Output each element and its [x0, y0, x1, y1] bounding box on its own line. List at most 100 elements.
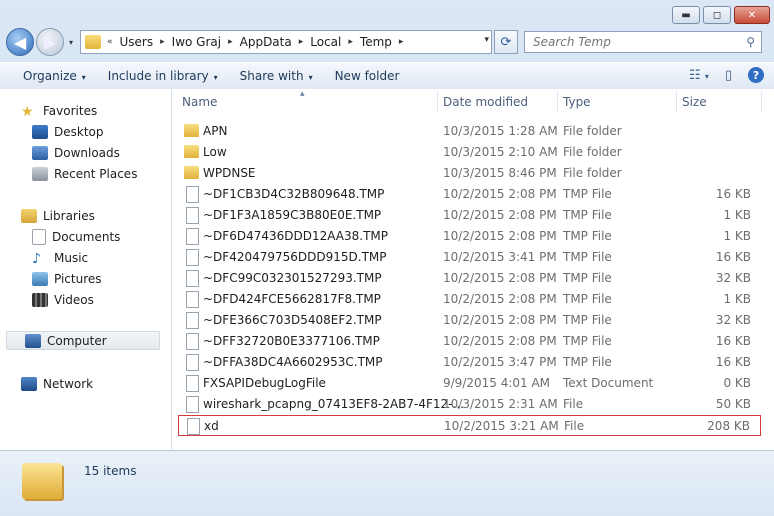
file-date-modified: 10/2/2015 3:41 PM [443, 250, 557, 264]
recent-places-icon [32, 166, 48, 181]
navigation-bar: ◀ ▶ ▾ « Users ▸ Iwo Graj ▸ AppData ▸ Loc… [6, 28, 768, 56]
address-bar[interactable]: « Users ▸ Iwo Graj ▸ AppData ▸ Local ▸ T… [80, 30, 492, 54]
network-icon [21, 376, 37, 391]
column-divider[interactable] [557, 91, 558, 113]
file-row[interactable]: Low 10/3/2015 2:10 AM File folder [178, 142, 761, 163]
view-controls: ☷ ▾ ▯ ? [689, 67, 764, 83]
libraries-icon [21, 208, 37, 223]
command-bar: Organize ▾ Include in library ▾ Share with… [0, 62, 774, 90]
share-with-button[interactable]: Share with ▾ [229, 69, 324, 83]
file-icon [186, 249, 199, 266]
sidebar-item-documents[interactable]: Documents [32, 227, 120, 246]
file-row[interactable]: ~DF1F3A1859C3B80E0E.TMP 10/2/2015 2:08 PM… [178, 205, 761, 226]
column-header-type[interactable]: Type [563, 89, 591, 115]
file-date-modified: 10/3/2015 2:31 AM [443, 397, 558, 411]
chevron-right-icon[interactable]: ▸ [397, 37, 406, 47]
item-count: 15 items [84, 464, 137, 478]
sidebar-item-recent-places[interactable]: Recent Places [32, 164, 137, 183]
file-row[interactable]: ~DF1CB3D4C32B809648.TMP 10/2/2015 2:08 PM… [178, 184, 761, 205]
sidebar-item-label: Libraries [43, 208, 95, 223]
file-row[interactable]: ~DFE366C703D5408EF2.TMP 10/2/2015 2:08 PM… [178, 310, 761, 331]
file-row[interactable]: FXSAPIDebugLogFile 9/9/2015 4:01 AM Text D… [178, 373, 761, 394]
file-row[interactable]: xd 10/2/2015 3:21 AM File 208 KB [178, 415, 761, 436]
sidebar-item-videos[interactable]: Videos [32, 290, 94, 309]
sidebar-item-desktop[interactable]: Desktop [32, 122, 104, 141]
chevron-right-icon[interactable]: ▸ [346, 37, 355, 47]
include-in-library-button[interactable]: Include in library ▾ [97, 69, 229, 83]
chevron-right-icon[interactable]: ▸ [158, 37, 167, 47]
minimize-button[interactable]: ▬ [672, 6, 700, 24]
file-date-modified: 10/2/2015 3:47 PM [443, 355, 557, 369]
sidebar-item-pictures[interactable]: Pictures [32, 269, 102, 288]
file-name: ~DFFA38DC4A6602953C.TMP [203, 355, 383, 369]
sidebar-item-favorites[interactable]: ★ Favorites [21, 101, 97, 120]
column-divider[interactable] [437, 91, 438, 113]
sidebar-item-downloads[interactable]: Downloads [32, 143, 120, 162]
back-arrow-icon: ◀ [13, 32, 27, 52]
breadcrumb-overflow[interactable]: « [105, 37, 115, 47]
file-row[interactable]: ~DFFA38DC4A6602953C.TMP 10/2/2015 3:47 PM… [178, 352, 761, 373]
breadcrumb-users[interactable]: Users [115, 35, 159, 49]
file-row[interactable]: wireshark_pcapng_07413EF8-2AB7-4F12-... 1… [178, 394, 761, 415]
file-name: APN [203, 124, 228, 138]
column-divider[interactable] [761, 91, 762, 113]
sidebar-item-label: Favorites [43, 103, 98, 118]
refresh-icon: ⟳ [500, 34, 512, 50]
file-icon [186, 291, 199, 308]
maximize-button[interactable]: ◻ [703, 6, 731, 24]
folder-icon [22, 463, 62, 499]
sidebar-item-label: Recent Places [54, 166, 138, 181]
file-date-modified: 10/2/2015 2:08 PM [443, 313, 557, 327]
column-header-size[interactable]: Size [682, 89, 707, 115]
column-header-date-modified[interactable]: Date modified [443, 89, 528, 115]
sidebar-item-music[interactable]: ♪ Music [32, 248, 88, 267]
sidebar-item-network[interactable]: Network [21, 374, 93, 393]
back-button[interactable]: ◀ [6, 28, 34, 56]
search-box[interactable]: ⚲ [524, 31, 762, 53]
file-size: 32 KB [715, 313, 751, 327]
file-row[interactable]: WPDNSE 10/3/2015 8:46 PM File folder [178, 163, 761, 184]
close-button[interactable]: ✕ [734, 6, 770, 24]
file-type: File [564, 419, 585, 433]
organize-button[interactable]: Organize ▾ [12, 69, 97, 83]
refresh-button[interactable]: ⟳ [494, 30, 518, 54]
forward-button[interactable]: ▶ [36, 28, 64, 56]
details-pane: 15 items [0, 450, 774, 516]
search-icon[interactable]: ⚲ [746, 35, 755, 49]
file-type: File folder [563, 166, 622, 180]
chevron-right-icon[interactable]: ▸ [226, 37, 235, 47]
file-type: Text Document [563, 376, 654, 390]
file-type: TMP File [563, 292, 612, 306]
file-icon [186, 333, 199, 350]
breadcrumb-local[interactable]: Local [305, 35, 346, 49]
column-header-name[interactable]: Name [182, 89, 437, 115]
file-row[interactable]: APN 10/3/2015 1:28 AM File folder [178, 121, 761, 142]
file-list: Name ▴ Date modified Type Size APN 10/3/2… [172, 89, 774, 450]
folder-icon [184, 145, 199, 158]
sidebar-item-libraries[interactable]: Libraries [21, 206, 95, 225]
file-row[interactable]: ~DF420479756DDD915D.TMP 10/2/2015 3:41 PM… [178, 247, 761, 268]
address-history-dropdown[interactable]: ▾ [484, 35, 489, 45]
sidebar-item-computer[interactable]: Computer [6, 331, 160, 350]
column-divider[interactable] [676, 91, 677, 113]
file-row[interactable]: ~DFC99C032301527293.TMP 10/2/2015 2:08 PM… [178, 268, 761, 289]
new-folder-button[interactable]: New folder [324, 69, 411, 83]
preview-pane-icon[interactable]: ▯ [725, 68, 732, 83]
sidebar-item-label: Videos [54, 292, 94, 307]
file-size: 16 KB [715, 334, 751, 348]
chevron-right-icon[interactable]: ▸ [297, 37, 306, 47]
file-icon [187, 418, 200, 435]
chevron-down-icon: ▾ [704, 71, 709, 81]
file-name: wireshark_pcapng_07413EF8-2AB7-4F12-... [203, 397, 464, 411]
search-input[interactable] [531, 34, 735, 50]
breadcrumb-appdata[interactable]: AppData [235, 35, 297, 49]
file-row[interactable]: ~DFD424FCE5662817F8.TMP 10/2/2015 2:08 PM… [178, 289, 761, 310]
file-row[interactable]: ~DF6D47436DDD12AA38.TMP 10/2/2015 2:08 PM… [178, 226, 761, 247]
change-view-icon[interactable]: ☷ ▾ [689, 68, 709, 83]
forward-arrow-icon: ▶ [43, 32, 57, 52]
recent-pages-dropdown[interactable]: ▾ [66, 38, 76, 47]
breadcrumb-temp[interactable]: Temp [355, 35, 397, 49]
file-row[interactable]: ~DFF32720B0E3377106.TMP 10/2/2015 2:08 PM… [178, 331, 761, 352]
help-icon[interactable]: ? [748, 67, 764, 83]
breadcrumb-iwo-graj[interactable]: Iwo Graj [167, 35, 226, 49]
